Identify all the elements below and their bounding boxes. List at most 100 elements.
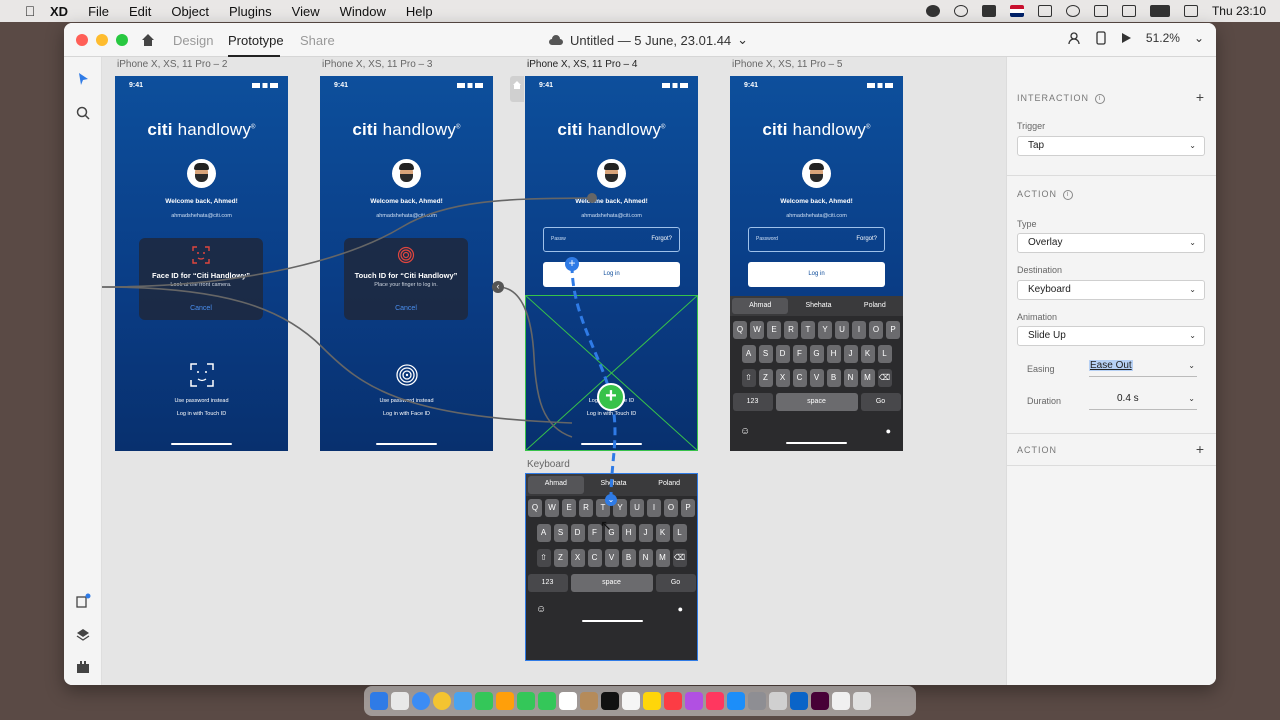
- tab-design[interactable]: Design: [173, 33, 213, 48]
- news-icon[interactable]: [706, 692, 724, 710]
- key[interactable]: C: [587, 549, 602, 567]
- clock[interactable]: Thu 23:10: [1212, 4, 1266, 18]
- layers-icon[interactable]: [75, 627, 91, 643]
- add-interaction-button[interactable]: +: [1196, 89, 1204, 105]
- flag-uk-icon[interactable]: [1009, 5, 1024, 17]
- key[interactable]: P: [886, 321, 900, 339]
- type-select[interactable]: Overlay ⌄: [1017, 233, 1205, 253]
- key[interactable]: W: [750, 321, 764, 339]
- key[interactable]: G: [809, 345, 824, 363]
- user-add-icon[interactable]: [1068, 31, 1082, 45]
- artboard-label[interactable]: iPhone X, XS, 11 Pro – 5: [732, 59, 842, 70]
- key[interactable]: U: [630, 499, 644, 517]
- photos-icon[interactable]: [496, 692, 514, 710]
- touch-id-link[interactable]: Log in with Touch ID: [115, 411, 288, 417]
- play-icon[interactable]: [1065, 5, 1080, 17]
- shift-key-icon[interactable]: ⇧: [536, 549, 551, 567]
- key[interactable]: R: [579, 499, 593, 517]
- suggestion-item[interactable]: Poland: [847, 296, 903, 316]
- key[interactable]: Z: [758, 369, 773, 387]
- calendar-icon[interactable]: [559, 692, 577, 710]
- key[interactable]: X: [775, 369, 790, 387]
- key[interactable]: J: [843, 345, 858, 363]
- tab-prototype[interactable]: Prototype: [228, 33, 284, 48]
- easing-select[interactable]: Ease Out ⌄: [1089, 357, 1197, 377]
- artboard-touch-id[interactable]: 9:41 citi handlowy® Welcome back, Ahmed!…: [320, 76, 493, 451]
- preview-icon[interactable]: [769, 692, 787, 710]
- artboard-keyboard-open[interactable]: 9:41 citi handlowy® Welcome back, Ahmed!…: [730, 76, 903, 451]
- chevron-left-icon[interactable]: ‹: [492, 281, 504, 293]
- key[interactable]: H: [826, 345, 841, 363]
- key[interactable]: A: [536, 524, 551, 542]
- shift-key-icon[interactable]: ⇧: [741, 369, 756, 387]
- login-button[interactable]: Log in: [543, 262, 680, 287]
- select-tool-icon[interactable]: [75, 71, 91, 87]
- zoom-tool-icon[interactable]: [75, 105, 91, 121]
- close-window-button[interactable]: [76, 34, 88, 46]
- dialog-cancel-button[interactable]: Cancel: [139, 305, 263, 312]
- key[interactable]: B: [826, 369, 841, 387]
- suggestion-item[interactable]: Poland: [641, 474, 697, 496]
- key[interactable]: P: [681, 499, 695, 517]
- numbers-key[interactable]: 123: [732, 393, 773, 411]
- touch-id-link[interactable]: Log in with Touch ID: [525, 411, 698, 417]
- home-flag[interactable]: [510, 76, 524, 102]
- bluetooth-icon[interactable]: [1093, 5, 1108, 17]
- artboard-label[interactable]: iPhone X, XS, 11 Pro – 2: [117, 59, 227, 70]
- add-interaction-icon[interactable]: +: [565, 257, 579, 271]
- zoom-chevron-icon[interactable]: ⌄: [1194, 31, 1204, 45]
- artboard-label[interactable]: Keyboard: [527, 459, 570, 470]
- maps-icon[interactable]: [475, 692, 493, 710]
- key[interactable]: Q: [733, 321, 747, 339]
- volume-icon[interactable]: [1037, 5, 1052, 17]
- app-store-icon[interactable]: [727, 692, 745, 710]
- password-field[interactable]: Passw Forgot?: [543, 227, 680, 252]
- key[interactable]: T: [801, 321, 815, 339]
- info-icon[interactable]: i: [1095, 93, 1106, 104]
- password-field[interactable]: Password Forgot?: [748, 227, 885, 252]
- downloads-icon[interactable]: [832, 692, 850, 710]
- apple-tv-icon[interactable]: [601, 692, 619, 710]
- destination-select[interactable]: Keyboard ⌄: [1017, 280, 1205, 300]
- add-hotspot-icon[interactable]: +: [597, 383, 625, 411]
- minimize-window-button[interactable]: [96, 34, 108, 46]
- podcasts-icon[interactable]: [685, 692, 703, 710]
- key[interactable]: Q: [528, 499, 542, 517]
- finder-icon[interactable]: [370, 692, 388, 710]
- emoji-icon[interactable]: ☺: [536, 604, 546, 615]
- key[interactable]: N: [843, 369, 858, 387]
- contacts-icon[interactable]: [580, 692, 598, 710]
- moon-icon[interactable]: [953, 5, 968, 17]
- key[interactable]: D: [570, 524, 585, 542]
- add-action-button[interactable]: +: [1196, 441, 1204, 457]
- use-password-link[interactable]: Use password instead: [115, 398, 288, 404]
- menu-window[interactable]: Window: [330, 4, 396, 19]
- wifi-icon[interactable]: [1121, 5, 1136, 17]
- home-icon[interactable]: [140, 32, 156, 48]
- key[interactable]: V: [604, 549, 619, 567]
- artboard-face-id[interactable]: 9:41 citi handlowy® Welcome back, Ahmed!…: [115, 76, 288, 451]
- plugins-icon[interactable]: [75, 659, 91, 675]
- launchpad-icon[interactable]: [391, 692, 409, 710]
- key[interactable]: C: [792, 369, 807, 387]
- key[interactable]: M: [655, 549, 670, 567]
- menu-view[interactable]: View: [282, 4, 330, 19]
- zoom-window-button[interactable]: [116, 34, 128, 46]
- key[interactable]: X: [570, 549, 585, 567]
- suggestion-item[interactable]: Shehata: [790, 296, 846, 316]
- numbers-key[interactable]: 123: [527, 574, 568, 592]
- dialog-cancel-button[interactable]: Cancel: [344, 305, 468, 312]
- canvas[interactable]: iPhone X, XS, 11 Pro – 2 9:41 citi handl…: [102, 57, 1006, 685]
- key[interactable]: A: [741, 345, 756, 363]
- record-icon[interactable]: [925, 5, 940, 17]
- key[interactable]: K: [655, 524, 670, 542]
- microphone-icon[interactable]: ●: [678, 604, 683, 614]
- duration-select[interactable]: 0.4 s ⌄: [1089, 390, 1197, 410]
- key[interactable]: M: [860, 369, 875, 387]
- adobe-xd-icon[interactable]: [811, 692, 829, 710]
- key[interactable]: N: [638, 549, 653, 567]
- key[interactable]: Z: [553, 549, 568, 567]
- key[interactable]: D: [775, 345, 790, 363]
- menu-help[interactable]: Help: [396, 4, 443, 19]
- safari-icon[interactable]: [412, 692, 430, 710]
